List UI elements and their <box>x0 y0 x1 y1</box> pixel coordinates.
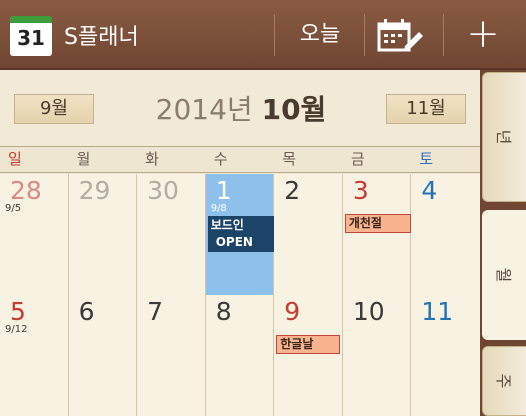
weekday-label: 수 <box>213 150 228 168</box>
calendar-edit-icon <box>377 19 423 52</box>
weekday-label: 화 <box>145 150 159 168</box>
day-cell[interactable]: 10 <box>342 295 412 416</box>
app-title: S플래너 <box>64 25 139 50</box>
day-number: 30 <box>147 176 179 205</box>
day-number: 10 <box>352 297 385 326</box>
toolbar-divider <box>364 14 365 56</box>
day-number: 28 <box>10 176 42 205</box>
add-event-button[interactable]: + <box>455 12 511 58</box>
weekday-label: 토 <box>419 150 434 168</box>
tab-label: 주 <box>493 373 513 389</box>
day-cell[interactable]: 9 한글날 <box>274 295 343 416</box>
day-cell[interactable]: 4 <box>411 174 480 295</box>
day-number: 3 <box>352 176 369 205</box>
toolbar-divider <box>443 14 444 56</box>
tab-year[interactable]: 년 <box>482 72 526 202</box>
lunar-date: 9/8 <box>210 203 227 214</box>
day-cell[interactable]: 7 <box>137 295 206 416</box>
previous-month-button[interactable]: 9월 <box>14 94 94 124</box>
day-number: 4 <box>421 176 438 205</box>
day-number: 29 <box>78 176 111 205</box>
day-cell[interactable]: 29 <box>68 174 138 295</box>
month-label: 10월 <box>261 93 327 126</box>
month-navigation: 9월 2014년 10월 11월 <box>0 72 480 147</box>
tab-label: 년 <box>493 129 513 145</box>
day-number: 7 <box>147 297 164 326</box>
month-title: 2014년 10월 <box>136 88 346 128</box>
day-cell[interactable]: 6 <box>68 295 138 416</box>
day-cell[interactable]: 5 9/12 <box>0 295 69 416</box>
day-cell[interactable]: 2 <box>274 174 343 295</box>
view-tabs: 년 월 주 <box>480 70 526 416</box>
calendar-edit-button[interactable] <box>372 16 436 54</box>
day-number: 9 <box>284 297 301 326</box>
app-icon-label: 31 <box>17 26 45 50</box>
lunar-date: 9/5 <box>5 203 22 214</box>
today-button[interactable]: 오늘 <box>282 17 358 53</box>
day-cell-selected[interactable]: 1 9/8 보드인 OPEN <box>205 174 275 295</box>
weekday-label: 목 <box>282 150 297 168</box>
week-row: 5 9/12 6 7 8 9 한글날 10 11 <box>0 295 480 416</box>
day-number: 1 <box>215 176 232 205</box>
day-number: 6 <box>78 297 95 326</box>
day-cell[interactable]: 11 <box>411 295 480 416</box>
weekday-label: 일 <box>8 150 22 168</box>
day-number: 2 <box>284 176 301 205</box>
calendar-app-icon[interactable]: 31 <box>10 16 52 56</box>
holiday-event[interactable]: 개천절 <box>344 214 411 233</box>
toolbar-divider <box>274 14 275 56</box>
year-label: 2014년 <box>155 93 253 126</box>
weekday-label: 월 <box>76 150 91 168</box>
weekday-header: 일 월 화 수 목 금 토 <box>0 147 480 173</box>
week-row: 28 9/5 29 30 1 9/8 보드인 OPEN 2 3 개천절 4 <box>0 174 480 295</box>
plus-icon: + <box>466 11 500 57</box>
day-cell[interactable]: 30 <box>137 174 206 295</box>
day-number: 5 <box>10 297 26 326</box>
calendar-grid: 28 9/5 29 30 1 9/8 보드인 OPEN 2 3 개천절 4 5 … <box>0 174 480 416</box>
day-cell[interactable]: 3 개천절 <box>342 174 412 295</box>
app-bar: 31 S플래너 오늘 + <box>0 0 526 70</box>
day-cell[interactable]: 28 9/5 <box>0 174 69 295</box>
holiday-event[interactable]: 한글날 <box>276 335 341 354</box>
day-cell[interactable]: 8 <box>205 295 275 416</box>
event-item[interactable]: OPEN <box>207 233 274 252</box>
lunar-date: 9/12 <box>5 324 28 335</box>
weekday-label: 금 <box>350 150 365 168</box>
next-month-button[interactable]: 11월 <box>386 94 466 124</box>
tab-label: 월 <box>493 267 513 283</box>
tab-week[interactable]: 주 <box>482 346 526 416</box>
day-number: 8 <box>215 297 232 326</box>
day-number: 11 <box>421 297 454 326</box>
tab-month[interactable]: 월 <box>482 210 526 340</box>
